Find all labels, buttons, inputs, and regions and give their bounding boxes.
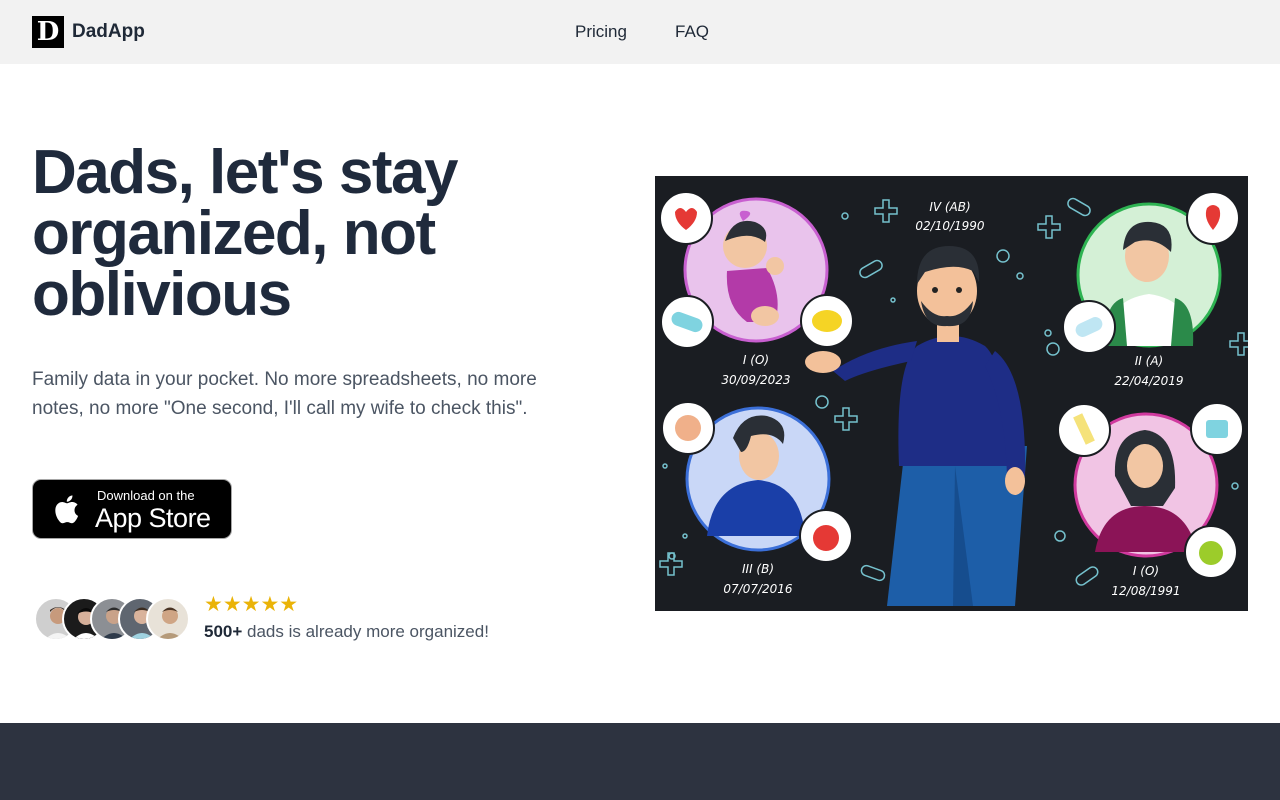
nav-pricing[interactable]: Pricing bbox=[575, 22, 627, 42]
label-baby-blood: I (O) bbox=[743, 353, 769, 367]
label-dad-date: 02/10/1990 bbox=[915, 219, 985, 233]
label-boy1-blood: II (A) bbox=[1135, 354, 1163, 368]
apple-icon bbox=[55, 495, 79, 524]
footer-section bbox=[0, 723, 1280, 800]
social-proof-count: 500+ bbox=[204, 622, 243, 641]
app-store-button[interactable]: Download on the App Store bbox=[32, 479, 232, 539]
logo-icon[interactable]: D bbox=[32, 16, 64, 48]
rating-stars: ★★★★★ bbox=[204, 593, 299, 616]
hero-title: Dads, let's stay organized, not obliviou… bbox=[32, 138, 458, 329]
label-mom-date: 12/08/1991 bbox=[1111, 584, 1180, 598]
social-proof-text: 500+ dads is already more organized! bbox=[204, 621, 489, 643]
app-store-big-label: App Store bbox=[95, 503, 211, 533]
brand-name[interactable]: DadApp bbox=[72, 20, 145, 44]
label-boy2-date: 07/07/2016 bbox=[723, 582, 793, 596]
avatar bbox=[146, 597, 190, 641]
nav-faq[interactable]: FAQ bbox=[675, 22, 709, 42]
hero-subtitle: Family data in your pocket. No more spre… bbox=[32, 369, 537, 419]
hero-illustration: IV (AB) 02/10/1990 I (O) 30/09/2023 II (… bbox=[655, 176, 1248, 611]
label-boy2-blood: III (B) bbox=[742, 562, 774, 576]
label-dad-blood: IV (AB) bbox=[929, 200, 970, 214]
social-proof-label: dads is already more organized! bbox=[242, 622, 489, 641]
label-boy1-date: 22/04/2019 bbox=[1114, 374, 1183, 388]
avatar-group bbox=[34, 597, 194, 641]
label-baby-date: 30/09/2023 bbox=[721, 373, 790, 387]
site-header: D DadApp Pricing FAQ bbox=[0, 0, 1280, 64]
label-mom-blood: I (O) bbox=[1133, 564, 1159, 578]
